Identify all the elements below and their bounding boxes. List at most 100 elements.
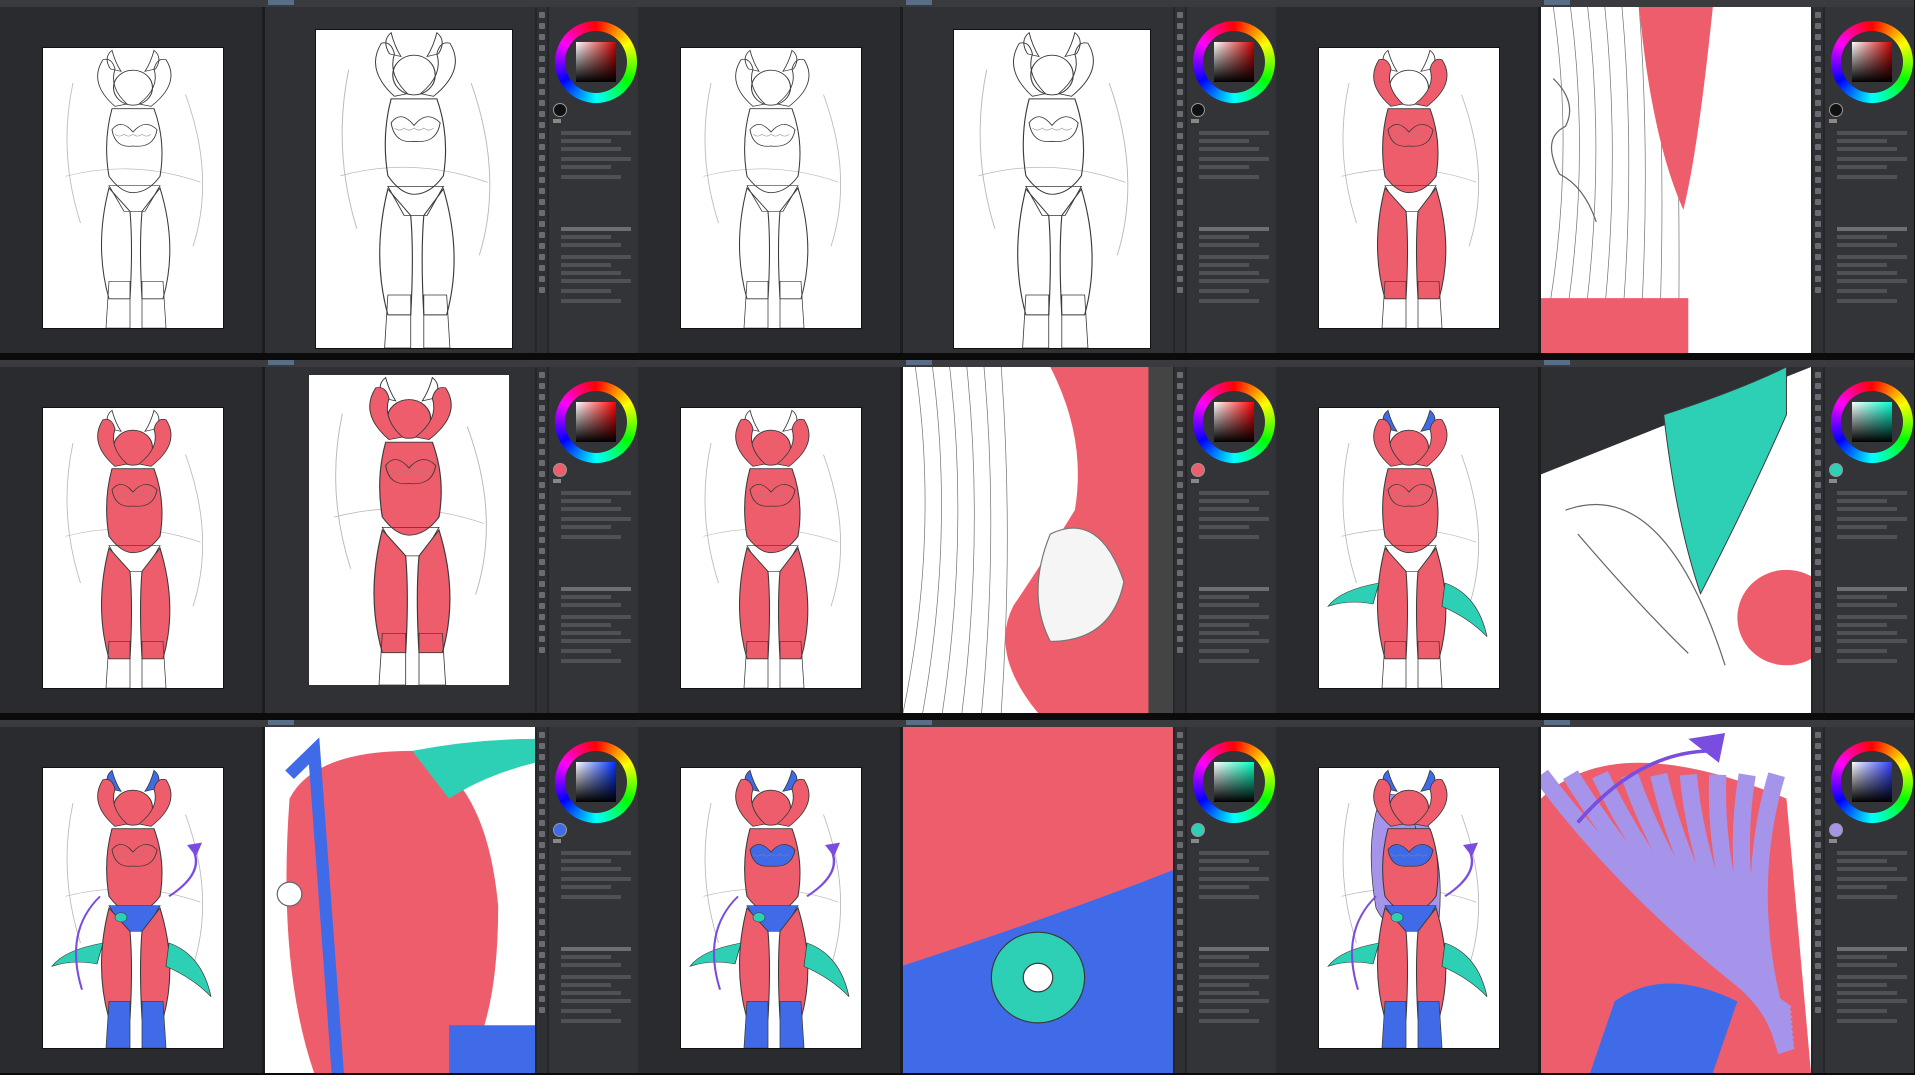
tool-icon[interactable] [1815,625,1821,631]
property-row[interactable] [561,877,631,881]
property-row[interactable] [1837,271,1897,275]
property-row[interactable] [1199,299,1259,303]
sub-color-swatch[interactable] [1829,839,1837,843]
tool-icon[interactable] [1177,765,1183,771]
tool-icon[interactable] [539,919,545,925]
canvas-tab[interactable] [1544,0,1570,5]
tool-icon[interactable] [1177,34,1183,40]
tool-icon[interactable] [1177,383,1183,389]
tool-icon[interactable] [1815,614,1821,620]
property-row[interactable] [1199,649,1249,653]
canvas-view[interactable] [265,367,535,713]
tool-icon[interactable] [539,636,545,642]
tool-icon[interactable] [1815,12,1821,18]
property-row[interactable] [561,157,631,161]
tool-icon[interactable] [1177,416,1183,422]
sub-color-swatch[interactable] [553,839,561,843]
tool-icon[interactable] [539,394,545,400]
property-row[interactable] [561,895,621,899]
main-color-swatch[interactable] [1191,463,1205,477]
zoomed-canvas[interactable] [309,375,509,685]
property-row[interactable] [1199,279,1269,283]
tool-icon[interactable] [1177,177,1183,183]
tool-icon[interactable] [1815,416,1821,422]
tool-icon[interactable] [539,754,545,760]
tool-icon[interactable] [1177,548,1183,554]
property-row[interactable] [561,639,631,643]
tool-icon[interactable] [1815,919,1821,925]
main-color-swatch[interactable] [1829,463,1843,477]
tool-icon[interactable] [1177,471,1183,477]
property-row[interactable] [1199,631,1259,635]
tool-icon[interactable] [1815,394,1821,400]
color-wheel[interactable] [555,21,637,103]
property-row[interactable] [561,507,621,511]
tool-icon[interactable] [1815,842,1821,848]
property-row[interactable] [561,139,611,143]
tool-icon[interactable] [1177,963,1183,969]
tool-icon[interactable] [1177,515,1183,521]
tool-icon[interactable] [539,89,545,95]
tool-icon[interactable] [1177,537,1183,543]
tool-icon[interactable] [1177,592,1183,598]
sub-color-swatch[interactable] [1829,479,1837,483]
property-row[interactable] [561,975,631,979]
property-row[interactable] [1837,255,1907,259]
tool-icon[interactable] [539,537,545,543]
color-wheel[interactable] [1831,741,1913,823]
color-saturation-square[interactable] [576,402,616,442]
tool-icon[interactable] [1815,383,1821,389]
zoomed-canvas[interactable] [953,29,1151,349]
tool-icon[interactable] [1815,559,1821,565]
tool-icon[interactable] [539,897,545,903]
tool-icon[interactable] [539,232,545,238]
property-row[interactable] [1837,157,1907,161]
tool-icon[interactable] [1815,930,1821,936]
tool-icon[interactable] [1177,372,1183,378]
tool-icon[interactable] [539,460,545,466]
property-row[interactable] [1199,991,1259,995]
tool-icon[interactable] [539,155,545,161]
tool-icon[interactable] [539,908,545,914]
property-row[interactable] [1199,955,1249,959]
tool-icon[interactable] [1177,166,1183,172]
tool-icon[interactable] [1177,820,1183,826]
property-row[interactable] [1837,955,1887,959]
tool-icon[interactable] [539,647,545,653]
canvas-tab[interactable] [268,0,294,5]
tool-icon[interactable] [1177,919,1183,925]
property-row[interactable] [1199,147,1259,151]
property-row[interactable] [561,255,631,259]
zoomed-canvas[interactable] [1541,7,1811,353]
property-row[interactable] [1837,139,1887,143]
color-wheel[interactable] [1831,21,1913,103]
sub-color-swatch[interactable] [1191,839,1199,843]
tool-icon[interactable] [1177,493,1183,499]
tool-icon[interactable] [1815,438,1821,444]
property-row[interactable] [1199,507,1259,511]
tool-icon[interactable] [539,265,545,271]
property-row[interactable] [561,649,611,653]
tool-icon[interactable] [539,144,545,150]
tool-icon[interactable] [1815,974,1821,980]
property-row[interactable] [1199,947,1269,951]
tool-icon[interactable] [1177,155,1183,161]
tool-icon[interactable] [1177,210,1183,216]
property-row[interactable] [1837,947,1907,951]
color-wheel[interactable] [1193,741,1275,823]
property-row[interactable] [1199,975,1269,979]
property-row[interactable] [1199,289,1249,293]
main-color-swatch[interactable] [553,463,567,477]
tool-icon[interactable] [539,548,545,554]
tool-icon[interactable] [1815,732,1821,738]
tool-icon[interactable] [1815,45,1821,51]
tool-icon[interactable] [539,416,545,422]
tool-icon[interactable] [1815,155,1821,161]
tool-icon[interactable] [539,787,545,793]
property-row[interactable] [1837,851,1907,855]
tool-icon[interactable] [1815,78,1821,84]
property-row[interactable] [1837,147,1897,151]
tool-icon[interactable] [539,842,545,848]
tool-icon[interactable] [1177,908,1183,914]
tool-icon[interactable] [1177,526,1183,532]
